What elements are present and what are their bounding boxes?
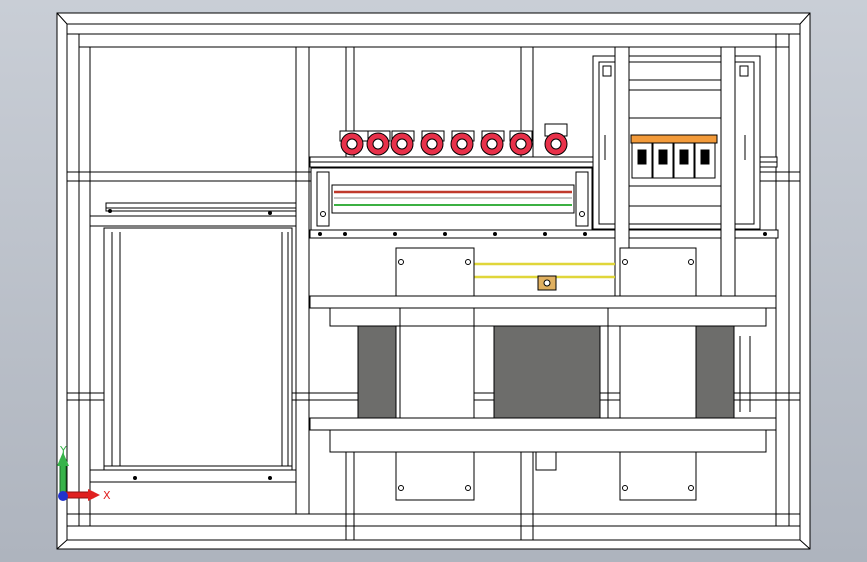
ct-6 <box>480 130 505 156</box>
cabinet-drawing: Y X <box>56 12 811 550</box>
ct-5 <box>450 130 475 156</box>
y-axis-label: Y <box>59 444 67 457</box>
cad-viewport[interactable]: Y X <box>0 0 867 562</box>
ct-4 <box>420 130 445 156</box>
breaker-2 <box>652 142 674 179</box>
z-axis-dot <box>58 491 68 501</box>
breakers <box>631 142 716 179</box>
ct-7 <box>509 130 533 156</box>
x-axis-label: X <box>103 489 111 502</box>
ct-2 <box>366 130 391 156</box>
left-panel <box>89 202 297 483</box>
breaker-3 <box>673 142 695 179</box>
breaker-4 <box>694 142 716 179</box>
ct-3 <box>390 130 415 156</box>
breaker-1 <box>631 142 653 179</box>
ct-8 <box>544 123 568 156</box>
